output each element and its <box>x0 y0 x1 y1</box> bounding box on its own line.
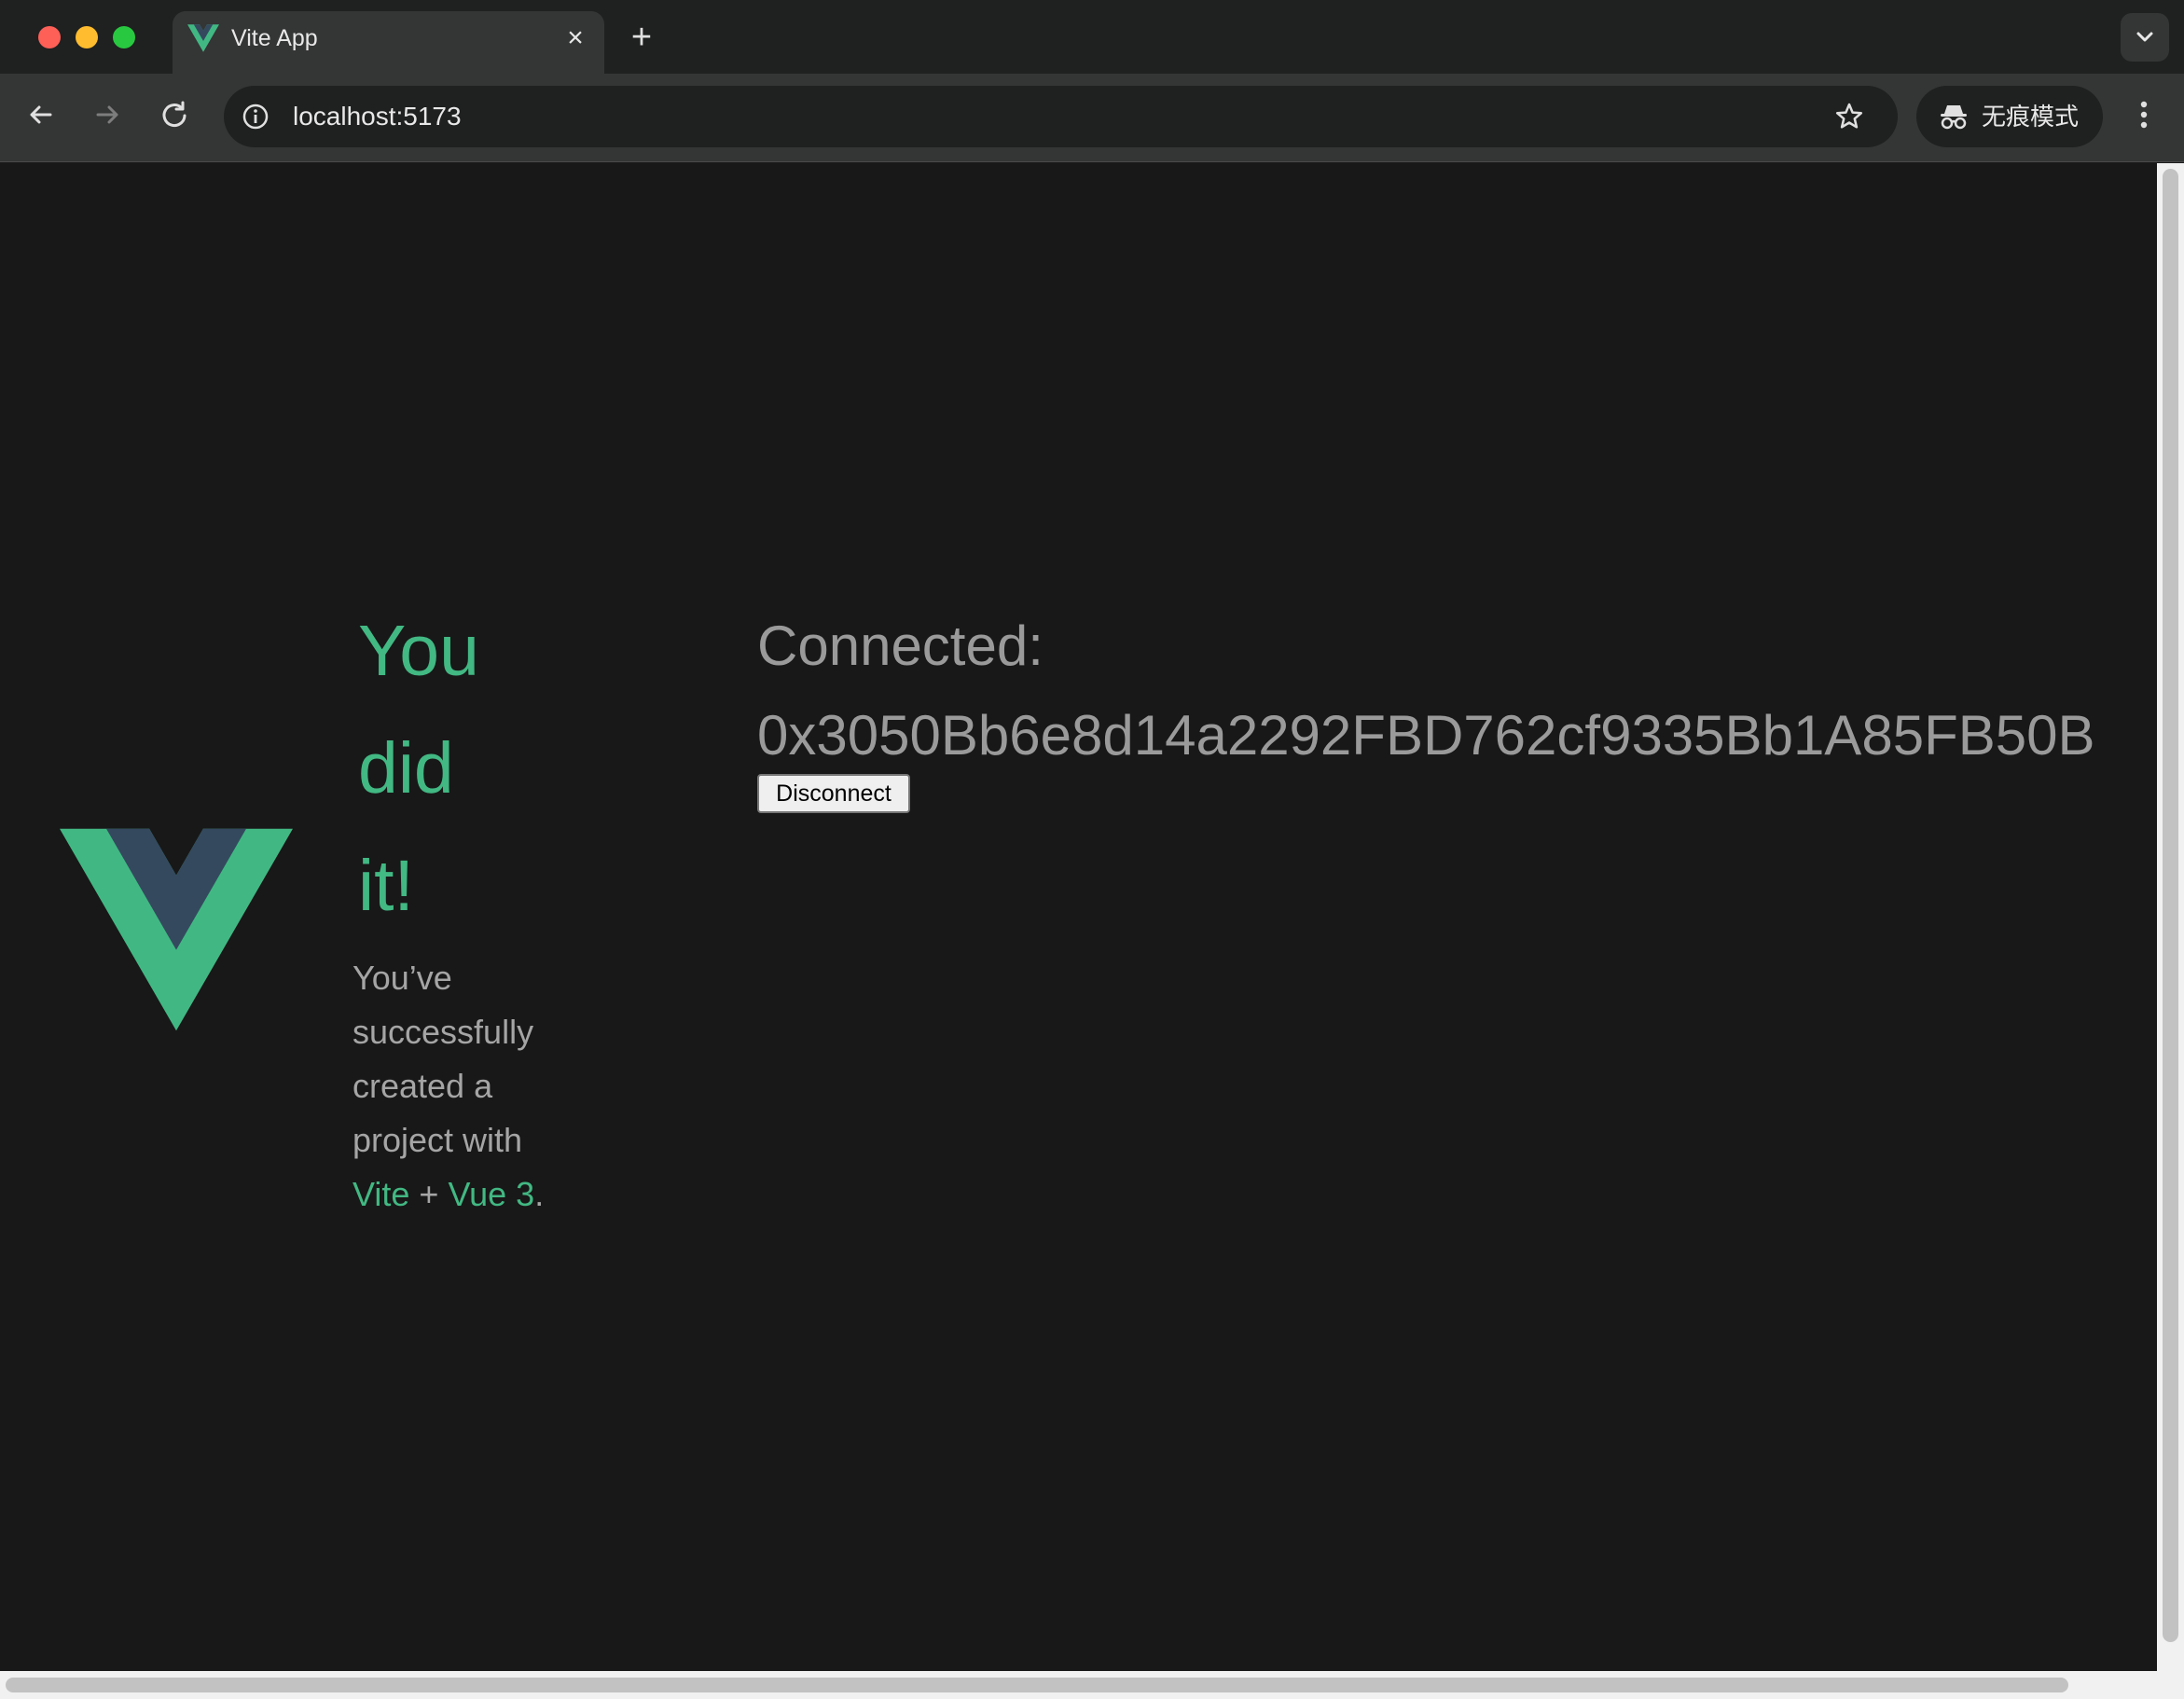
browser-window: Vite App × + localhost:5173 无痕模式 You did… <box>0 0 2184 1699</box>
plus-sign: + <box>419 1175 439 1213</box>
tab-title: Vite App <box>231 25 318 51</box>
bookmark-star-icon[interactable] <box>1833 101 1865 132</box>
vue-logo-icon <box>60 828 293 1031</box>
site-info-icon[interactable] <box>241 102 270 131</box>
greeting-heading: You did it! <box>358 592 545 945</box>
url-text[interactable]: localhost:5173 <box>293 102 462 131</box>
disconnect-button[interactable]: Disconnect <box>757 774 910 813</box>
wallet-address: 0x3050Bb6e8d14a2292FBD762cf9335Bb1A85FB5… <box>757 704 2095 767</box>
incognito-indicator[interactable]: 无痕模式 <box>1916 86 2103 147</box>
minimize-window-button[interactable] <box>76 26 98 48</box>
close-window-button[interactable] <box>38 26 61 48</box>
success-message: You’ve successfully created a project wi… <box>352 951 567 1222</box>
vertical-scrollbar[interactable] <box>2157 163 2184 1671</box>
incognito-label: 无痕模式 <box>1982 103 2080 131</box>
maximize-window-button[interactable] <box>113 26 135 48</box>
address-bar[interactable]: localhost:5173 <box>224 86 1898 147</box>
incognito-icon <box>1941 105 1967 130</box>
period: . <box>534 1175 545 1213</box>
back-arrow-icon[interactable] <box>21 94 62 135</box>
success-message-text: You’ve successfully created a project wi… <box>352 959 534 1159</box>
reload-icon[interactable] <box>154 94 195 135</box>
page-viewport: You did it! You’ve successfully created … <box>0 163 2157 1671</box>
kebab-menu-icon[interactable] <box>2130 94 2158 135</box>
tab-search-button[interactable] <box>2121 13 2169 62</box>
vite-link[interactable]: Vite <box>352 1175 409 1213</box>
greeting-line: You <box>358 611 479 691</box>
tab-strip: Vite App × + <box>0 0 2184 74</box>
connected-label: Connected: <box>757 615 1044 677</box>
horizontal-scrollbar-thumb[interactable] <box>6 1678 2068 1692</box>
greeting-line: it! <box>358 846 414 926</box>
tab-vite-app[interactable]: Vite App × <box>173 11 604 74</box>
new-tab-button[interactable]: + <box>627 19 657 56</box>
wallet-status: Connected: 0x3050Bb6e8d14a2292FBD762cf93… <box>757 601 2095 780</box>
forward-arrow-icon[interactable] <box>87 94 128 135</box>
vertical-scrollbar-thumb[interactable] <box>2163 169 2178 1642</box>
chevron-down-icon <box>2136 32 2153 42</box>
close-tab-icon[interactable]: × <box>561 24 589 52</box>
vue-logo-icon <box>187 24 219 52</box>
vue-link[interactable]: Vue 3 <box>448 1175 534 1213</box>
horizontal-scrollbar[interactable] <box>0 1671 2184 1699</box>
browser-toolbar: localhost:5173 无痕模式 <box>0 74 2184 162</box>
greeting-line: did <box>358 728 454 808</box>
